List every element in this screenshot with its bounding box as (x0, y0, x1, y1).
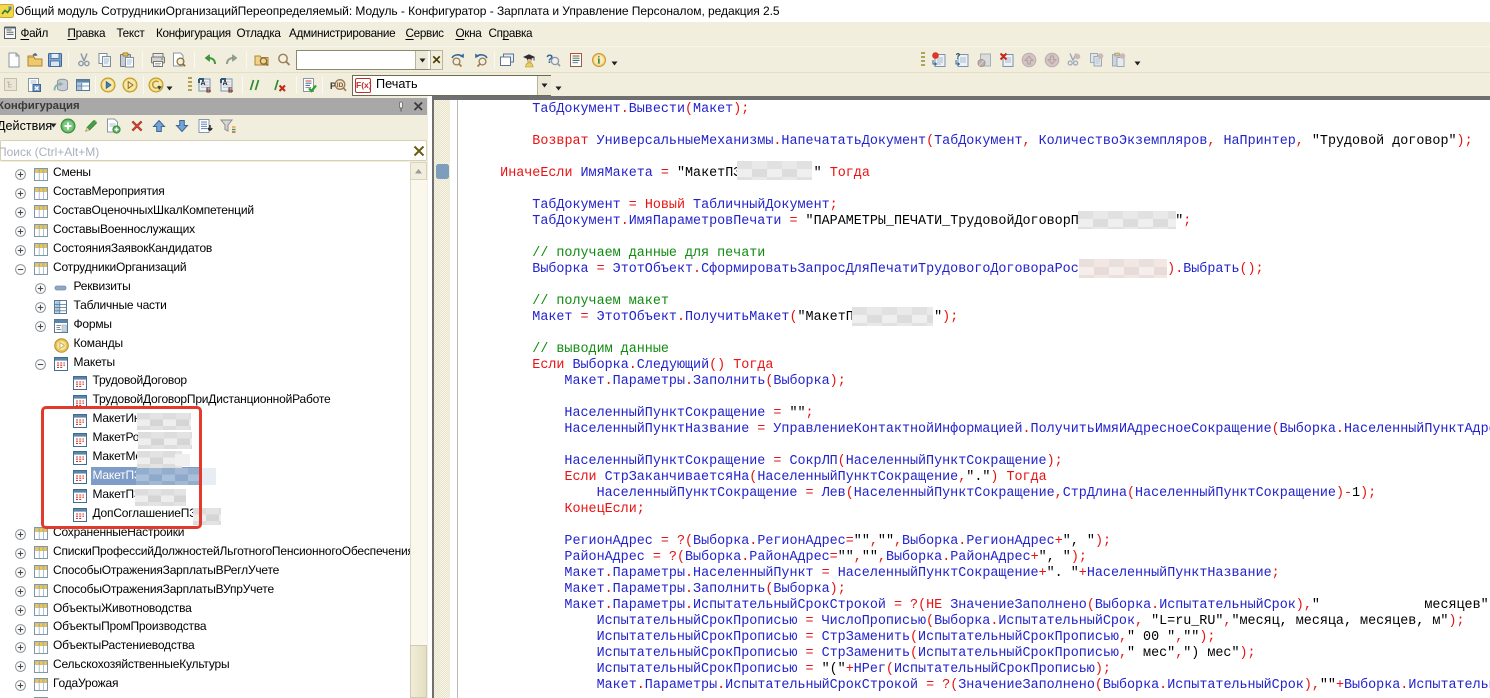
svg-text:i: i (597, 56, 600, 67)
svg-text:А: А (223, 80, 228, 87)
svg-text:?: ? (956, 52, 961, 61)
svg-text:ID: ID (337, 82, 344, 89)
svg-text:А: А (201, 80, 206, 87)
svg-text:Б: Б (206, 88, 211, 94)
svg-text:Б: Б (228, 88, 233, 94)
